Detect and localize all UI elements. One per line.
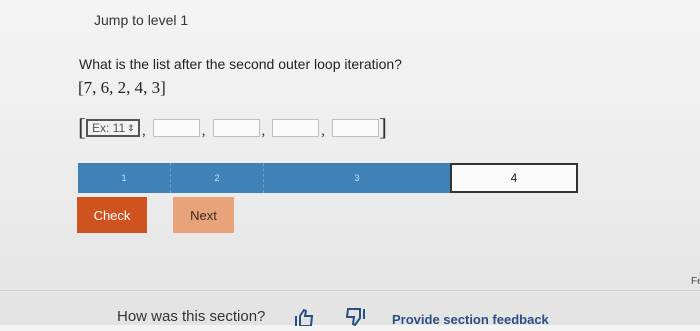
jump-to-level-link[interactable]: Jump to level 1: [94, 12, 188, 28]
answer-field-4[interactable]: [272, 119, 320, 137]
level-segment-1[interactable]: 1: [78, 163, 171, 193]
question-text: What is the list after the second outer …: [79, 56, 402, 72]
level-segment-4[interactable]: 4: [450, 163, 578, 193]
close-bracket: ]: [379, 115, 387, 141]
answer-field-2[interactable]: [152, 119, 200, 137]
spinner-icon[interactable]: ⇕: [127, 123, 135, 134]
edge-truncated-text: Fe: [691, 276, 700, 287]
comma: ,: [142, 123, 146, 139]
feedback-prompt: How was this section?: [117, 308, 266, 325]
level-progress-bar: 1 2 3 4: [78, 163, 580, 193]
next-button[interactable]: Next: [173, 197, 234, 233]
answer-field-3[interactable]: [212, 119, 260, 137]
thumbs-down-icon[interactable]: [344, 308, 366, 327]
level-segment-2[interactable]: 2: [171, 163, 264, 193]
answer-field-placeholder: Ex: 11: [92, 121, 126, 135]
answer-field-5[interactable]: [332, 119, 379, 137]
comma: ,: [261, 123, 266, 139]
comma: ,: [201, 123, 206, 139]
check-button[interactable]: Check: [77, 197, 147, 233]
section-divider: [0, 290, 700, 291]
answer-field-1[interactable]: Ex: 11 ⇕: [86, 119, 140, 137]
open-bracket: [: [78, 115, 86, 141]
answer-list-input: [ Ex: 11 ⇕ , , , , ]: [78, 114, 387, 140]
comma: ,: [321, 123, 325, 139]
thumbs-up-icon[interactable]: [294, 308, 316, 327]
level-segment-3[interactable]: 3: [264, 163, 450, 193]
initial-list: [7, 6, 2, 4, 3]: [78, 78, 166, 97]
